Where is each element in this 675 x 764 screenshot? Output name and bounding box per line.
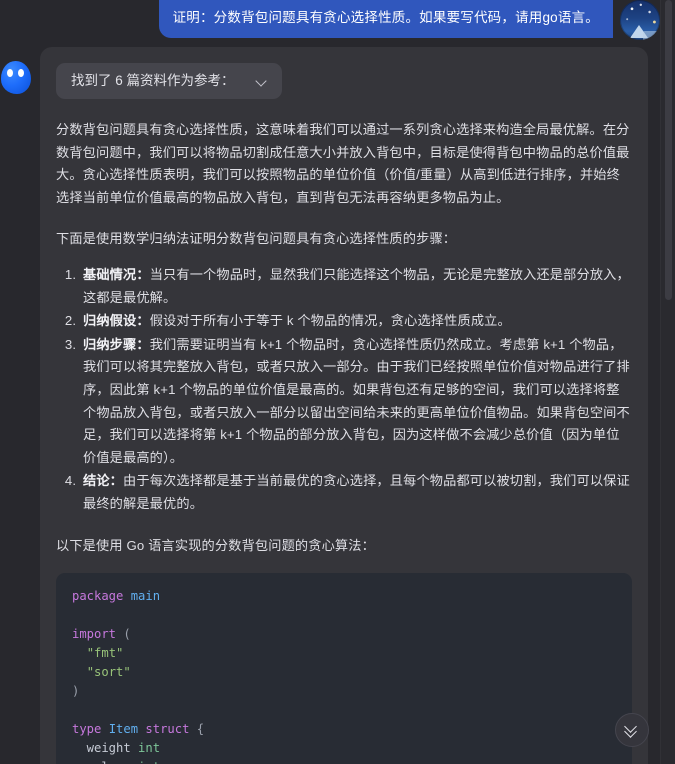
- user-avatar[interactable]: [620, 0, 660, 40]
- double-chevron-down-icon: [624, 720, 639, 738]
- step-body: 由于每次选择都是基于当前最优的贪心选择，且每个物品都可以被切割，我们可以保证最终…: [83, 473, 630, 511]
- user-turn: 证明：分数背包问题具有贪心选择性质。如果要写代码，请用go语言。: [0, 0, 660, 40]
- scroll-to-bottom-button[interactable]: [615, 713, 649, 747]
- avatar-eye-right: [18, 69, 24, 77]
- assistant-turn: 找到了 6 篇资料作为参考： 分数背包问题具有贪心选择性质，这意味着我们可以通过…: [0, 47, 660, 764]
- chat-app: 证明：分数背包问题具有贪心选择性质。如果要写代码，请用go语言。 找到了 6 篇…: [0, 0, 675, 764]
- step-body: 我们需要证明当有 k+1 个物品时，贪心选择性质仍然成立。考虑第 k+1 个物品…: [83, 336, 630, 465]
- step-body: 当只有一个物品时，显然我们只能选择这个物品，无论是完整放入还是部分放入，这都是最…: [83, 266, 630, 305]
- paragraph-intro: 分数背包问题具有贪心选择性质，这意味着我们可以通过一系列贪心选择来构造全局最优解…: [56, 122, 630, 205]
- paragraph-steps-lead: 下面是使用数学归纳法证明分数背包问题具有贪心选择性质的步骤：: [56, 231, 457, 247]
- references-toggle[interactable]: 找到了 6 篇资料作为参考：: [56, 63, 282, 99]
- step-title: 归纳假设：: [83, 313, 150, 329]
- avatar-eye-left: [7, 69, 13, 77]
- code-block[interactable]: package main import ( "fmt" "sort" ) typ…: [56, 573, 632, 764]
- list-item: 归纳假设：假设对于所有小于等于 k 个物品的情况，贪心选择性质成立。: [80, 310, 632, 333]
- user-message-bubble: 证明：分数背包问题具有贪心选择性质。如果要写代码，请用go语言。: [158, 0, 613, 38]
- scrollbar-track[interactable]: [660, 0, 675, 764]
- assistant-message-card: 找到了 6 篇资料作为参考： 分数背包问题具有贪心选择性质，这意味着我们可以通过…: [40, 47, 648, 764]
- chevron-down-icon: [257, 76, 268, 87]
- list-item: 归纳步骤：我们需要证明当有 k+1 个物品时，贪心选择性质仍然成立。考虑第 k+…: [80, 334, 632, 470]
- list-item: 结论：由于每次选择都是基于当前最优的贪心选择，且每个物品都可以被切割，我们可以保…: [80, 470, 632, 515]
- step-body: 假设对于所有小于等于 k 个物品的情况，贪心选择性质成立。: [149, 313, 511, 329]
- paragraph-code-lead: 以下是使用 Go 语言实现的分数背包问题的贪心算法：: [56, 537, 375, 553]
- references-label: 找到了 6 篇资料作为参考：: [71, 73, 235, 88]
- step-title: 基础情况：: [83, 266, 150, 282]
- scrollbar-thumb[interactable]: [665, 0, 672, 300]
- assistant-avatar: [1, 61, 31, 94]
- code-content: package main import ( "fmt" "sort" ) typ…: [72, 589, 205, 764]
- assistant-prose: 分数背包问题具有贪心选择性质，这意味着我们可以通过一系列贪心选择来构造全局最优解…: [56, 119, 632, 557]
- conversation-scroll-area[interactable]: 证明：分数背包问题具有贪心选择性质。如果要写代码，请用go语言。 找到了 6 篇…: [0, 0, 660, 764]
- step-title: 结论：: [83, 473, 124, 489]
- step-title: 归纳步骤：: [83, 336, 150, 352]
- list-item: 基础情况：当只有一个物品时，显然我们只能选择这个物品，无论是完整放入还是部分放入…: [80, 264, 632, 309]
- proof-steps-list: 基础情况：当只有一个物品时，显然我们只能选择这个物品，无论是完整放入还是部分放入…: [56, 264, 632, 516]
